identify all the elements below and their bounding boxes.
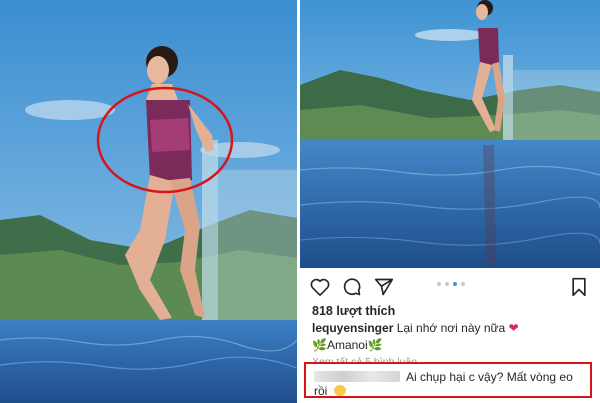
- username[interactable]: lequyensinger: [312, 321, 393, 335]
- post-caption: lequyensinger Lại nhớ nơi này nữa ❤: [312, 321, 519, 335]
- pool-photo-right: [300, 0, 600, 268]
- laughing-emoji-icon: [334, 385, 346, 396]
- heart-emoji-icon: ❤: [508, 321, 519, 335]
- share-icon[interactable]: [374, 277, 394, 297]
- carousel-dot: [445, 282, 449, 286]
- heart-icon[interactable]: [310, 278, 330, 296]
- left-photo: [0, 0, 297, 403]
- instagram-post-panel: 818 lượt thích lequyensinger Lại nhớ nơi…: [300, 268, 600, 403]
- highlighted-comment: Ai chụp hại c vậy? Mất vòng eo rồi: [304, 362, 592, 398]
- comment-text-continued: rồi: [314, 384, 328, 398]
- right-photo: [300, 0, 600, 268]
- carousel-indicator: [437, 282, 465, 286]
- bookmark-icon[interactable]: [570, 277, 588, 297]
- action-bar: [310, 277, 394, 297]
- blurred-username: [314, 371, 400, 382]
- pool-photo-left: [0, 0, 297, 403]
- carousel-dot: [437, 282, 441, 286]
- caption-text: Lại nhớ nơi này nữa: [396, 321, 506, 335]
- carousel-dot-active: [453, 282, 457, 286]
- likes-count[interactable]: 818 lượt thích: [312, 304, 395, 318]
- comment-icon[interactable]: [342, 277, 362, 297]
- location-text: 🌿Amanoi🌿: [312, 338, 383, 352]
- carousel-dot: [461, 282, 465, 286]
- comment-text: Ai chụp hại c vậy? Mất vòng eo: [406, 370, 573, 384]
